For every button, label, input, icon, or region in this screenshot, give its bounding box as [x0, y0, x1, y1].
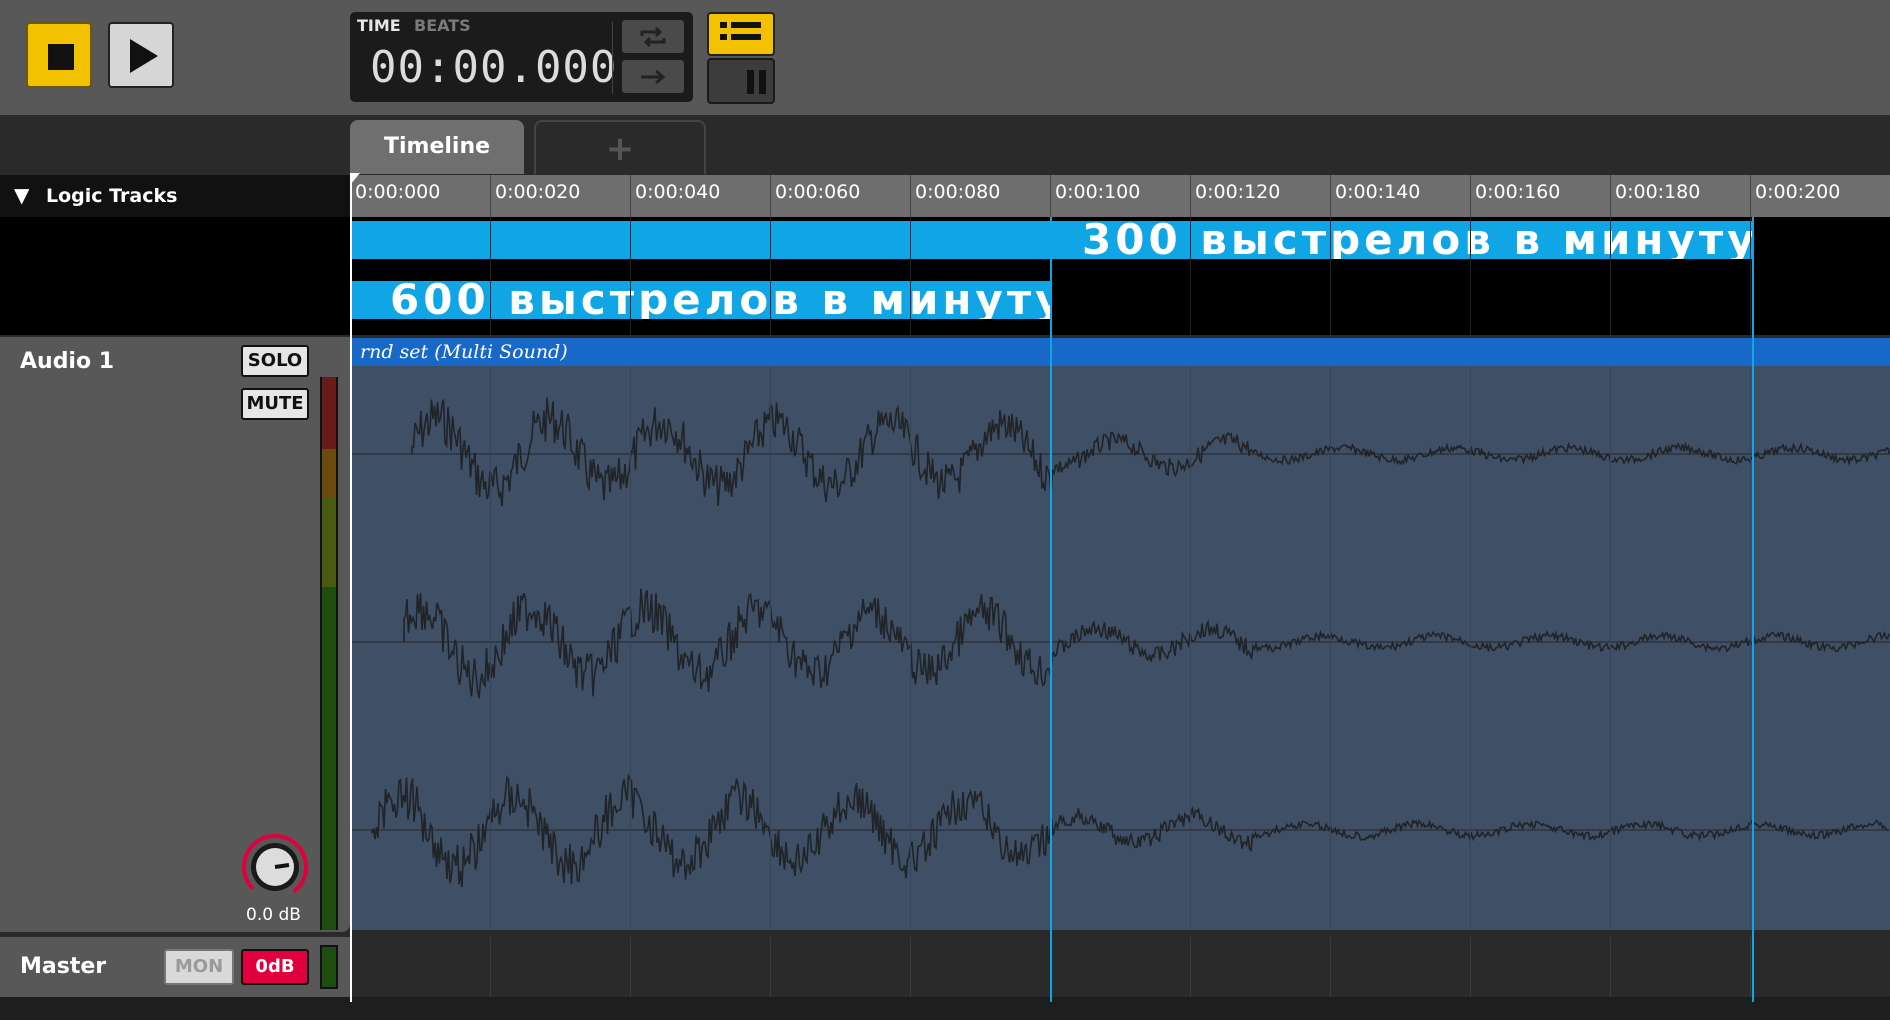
ruler-tick-label: 0:00:040 — [635, 181, 721, 203]
master-track-header: Master MON 0dB — [0, 937, 350, 997]
grid-line — [770, 937, 771, 997]
ruler-tick-label: 0:00:180 — [1615, 181, 1701, 203]
play-button[interactable] — [108, 22, 174, 88]
track-name[interactable]: Audio 1 — [20, 349, 114, 374]
grid-line — [1190, 937, 1191, 997]
ruler-tick: 0:00:140 — [1330, 175, 1420, 217]
bottom-strip — [0, 997, 1890, 1020]
list-icon — [720, 22, 761, 40]
logic-region-label: 300 выстрелов в минуту — [1082, 221, 1754, 259]
level-meter — [320, 377, 338, 930]
grid-line — [1330, 217, 1331, 335]
grid-line — [1190, 217, 1191, 335]
logic-tracks-label: Logic Tracks — [46, 185, 178, 207]
logic-region[interactable]: 600 выстрелов в минуту — [350, 281, 1050, 319]
ruler-tick: 0:00:040 — [630, 175, 720, 217]
grid-line — [1750, 217, 1751, 335]
beats-tab[interactable]: BEATS — [414, 16, 471, 35]
master-db-button[interactable]: 0dB — [241, 949, 309, 985]
solo-button[interactable]: SOLO — [241, 345, 309, 377]
logic-region-label: 600 выстрелов в минуту — [390, 281, 1050, 319]
grid-line — [1470, 217, 1471, 335]
ruler-tick: 0:00:200 — [1750, 175, 1840, 217]
divider — [612, 22, 613, 94]
knob-icon — [242, 834, 308, 900]
stop-button[interactable] — [26, 22, 92, 88]
clip-title[interactable]: rnd set (Multi Sound) — [352, 338, 1890, 366]
grid-line — [1470, 937, 1471, 997]
logic-tracks-header[interactable]: ▼ Logic Tracks — [0, 175, 350, 217]
grid-line — [770, 366, 771, 930]
master-lane — [350, 937, 1890, 997]
grid-line — [1610, 937, 1611, 997]
playhead-marker[interactable] — [350, 173, 360, 185]
grid-line — [490, 937, 491, 997]
master-level-meter — [320, 945, 338, 989]
grid-line — [910, 937, 911, 997]
ruler-tick: 0:00:020 — [490, 175, 580, 217]
grid-line — [1190, 366, 1191, 930]
monitor-button[interactable]: MON — [164, 949, 234, 985]
audio-track-header: Audio 1 SOLO MUTE 0.0 dB — [0, 337, 350, 932]
ruler-tick-label: 0:00:120 — [1195, 181, 1281, 203]
ruler-tick-label: 0:00:060 — [775, 181, 861, 203]
ruler-tick-label: 0:00:140 — [1335, 181, 1421, 203]
ruler-tick-label: 0:00:020 — [495, 181, 581, 203]
grid-line — [1470, 366, 1471, 930]
ruler-tick-label: 0:00:000 — [355, 181, 441, 203]
tab-timeline[interactable]: Timeline — [350, 120, 524, 174]
grid-line — [910, 217, 911, 335]
timeline-ruler[interactable]: 0:00:000 0:00:020 0:00:040 0:00:060 0:00:080… — [350, 175, 1890, 217]
grid-line — [630, 366, 631, 930]
volume-knob[interactable] — [240, 832, 310, 902]
time-readout: 00:00.000 — [370, 42, 618, 93]
ruler-tick: 0:00:060 — [770, 175, 860, 217]
grid-line — [630, 217, 631, 335]
mute-button[interactable]: MUTE — [241, 388, 309, 420]
logic-region[interactable]: 300 выстрелов в минуту — [350, 221, 1754, 259]
logic-track-header-blank — [0, 217, 350, 335]
grid-line — [1330, 366, 1331, 930]
master-name: Master — [20, 954, 107, 979]
ruler-tick-label: 0:00:080 — [915, 181, 1001, 203]
time-tab[interactable]: TIME — [357, 16, 401, 35]
grid-line — [490, 217, 491, 335]
collapse-arrow-icon[interactable]: ▼ — [14, 183, 29, 207]
ruler-tick-label: 0:00:100 — [1055, 181, 1141, 203]
waveform — [352, 397, 1890, 888]
time-display: TIME BEATS 00:00.000 — [350, 12, 693, 102]
playhead[interactable] — [350, 175, 352, 1002]
ruler-tick: 0:00:180 — [1610, 175, 1700, 217]
grid-line — [1750, 366, 1751, 930]
grid-line — [910, 366, 911, 930]
grid-line — [1750, 937, 1751, 997]
transport-toolbar: TIME BEATS 00:00.000 — [0, 0, 1890, 115]
ruler-tick-label: 0:00:160 — [1475, 181, 1561, 203]
add-tab-button[interactable]: + — [534, 120, 706, 174]
loop-button[interactable] — [622, 20, 684, 53]
logic-track-lane[interactable]: 300 выстрелов в минуту 600 выстрелов в м… — [350, 217, 1890, 335]
ruler-tick-label: 0:00:200 — [1755, 181, 1841, 203]
play-icon — [130, 39, 158, 73]
grid-line — [490, 366, 491, 930]
ruler-tick: 0:00:100 — [1050, 175, 1140, 217]
track-list-button[interactable] — [707, 12, 775, 56]
stop-icon — [48, 44, 74, 70]
grid-line — [1330, 937, 1331, 997]
grid-line — [630, 937, 631, 997]
forward-button[interactable] — [622, 60, 684, 93]
pause-button[interactable] — [707, 58, 775, 104]
grid-line — [1610, 217, 1611, 335]
arrow-right-icon — [641, 69, 666, 85]
audio-clip[interactable]: rnd set (Multi Sound) — [352, 338, 1890, 930]
grid-line — [770, 217, 771, 335]
ruler-tick: 0:00:120 — [1190, 175, 1280, 217]
ruler-tick: 0:00:080 — [910, 175, 1000, 217]
grid-line — [1610, 366, 1611, 930]
region-boundary-line — [1050, 217, 1052, 1002]
ruler-tick: 0:00:160 — [1470, 175, 1560, 217]
region-boundary-line — [1752, 217, 1754, 1002]
volume-value: 0.0 dB — [246, 905, 301, 925]
loop-icon — [640, 26, 666, 48]
